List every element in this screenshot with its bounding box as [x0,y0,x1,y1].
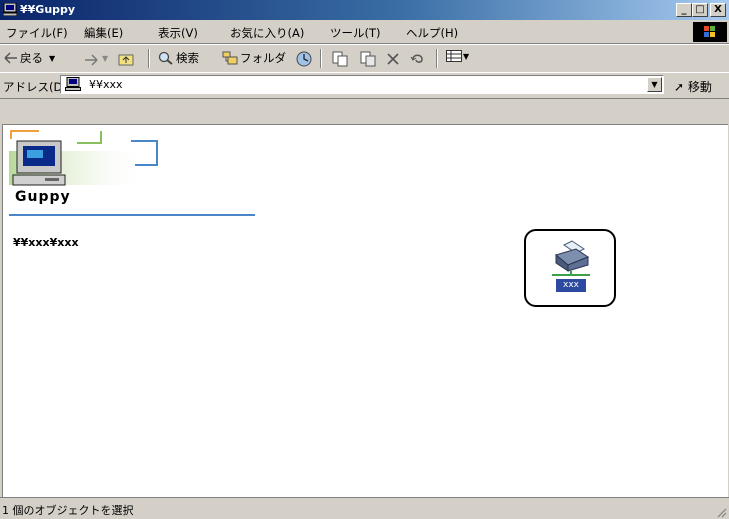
folders-label: フォルダ [240,51,286,65]
menu-view[interactable]: 表示(V) [158,25,198,41]
copy-to-icon[interactable] [360,51,376,67]
maximize-button[interactable]: □ [692,3,708,17]
address-dropdown-button[interactable]: ▼ [647,77,662,92]
menu-edit[interactable]: 編集(E) [84,25,123,41]
folder-title: Guppy [15,189,71,205]
menu-file[interactable]: ファイル(F) [6,25,68,41]
network-printer-icon [552,240,590,276]
folders-icon [222,51,238,65]
back-button[interactable]: 戻る ▼ [4,50,55,66]
folder-path: ¥¥xxx¥xxx [13,236,79,249]
folder-banner-graphic [9,130,158,186]
back-label: 戻る [20,51,43,65]
windows-logo-icon [693,22,727,42]
computer-icon [3,3,17,16]
delete-icon[interactable] [386,52,400,66]
status-text: 1 個のオブジェクトを選択 [2,504,134,517]
search-button[interactable]: 検索 [158,50,199,66]
resize-grip-icon[interactable] [715,506,727,518]
history-icon[interactable] [296,51,312,67]
window-title: ¥¥Guppy [20,3,76,16]
search-icon [158,51,173,65]
views-button[interactable]: ▼ [446,50,469,62]
go-arrow-icon: ➚ [674,80,685,94]
undo-icon[interactable] [410,52,426,66]
menu-tools[interactable]: ツール(T) [330,25,381,41]
back-dropdown-icon[interactable]: ▼ [49,54,55,63]
address-label: アドレス(D) [3,80,67,94]
address-input[interactable]: ¥¥xxx ▼ [60,75,664,94]
folders-button[interactable]: フォルダ [222,50,286,66]
printer-item[interactable]: xxx [524,229,616,307]
toolbar-separator [148,49,150,68]
views-icon [446,50,462,62]
toolbar: 戻る ▼ ▼ 検索 フォルダ ▼ [0,44,729,73]
address-value: ¥¥xxx [89,78,123,91]
computer-icon [65,77,81,91]
toolbar-separator [320,49,322,68]
views-dropdown-icon: ▼ [463,51,470,61]
back-arrow-icon [4,52,17,64]
search-label: 検索 [176,51,199,65]
up-folder-icon[interactable] [118,52,134,66]
menu-bar: ファイル(F) 編集(E) 表示(V) お気に入り(A) ツール(T) ヘルプ(… [0,21,729,44]
explorer-window: ¥¥Guppy _ □ X ファイル(F) 編集(E) 表示(V) お気に入り(… [0,0,729,519]
folder-view[interactable]: Guppy ¥¥xxx¥xxx xxx [2,124,728,497]
forward-arrow-icon[interactable] [84,54,98,66]
go-button[interactable]: ➚ 移動 [674,78,712,95]
toolbar-separator [436,49,438,68]
printer-label: xxx [556,279,586,292]
menu-help[interactable]: ヘルプ(H) [406,25,458,41]
minimize-button[interactable]: _ [676,3,692,17]
go-label: 移動 [687,80,712,94]
move-to-icon[interactable] [332,51,348,67]
menu-favorites[interactable]: お気に入り(A) [230,25,304,41]
title-bar[interactable]: ¥¥Guppy _ □ X [0,0,729,20]
title-underline [9,214,255,216]
address-bar: アドレス(D) ¥¥xxx ▼ ➚ 移動 [0,72,729,99]
forward-dropdown-icon[interactable]: ▼ [102,54,108,63]
close-button[interactable]: X [710,3,726,17]
status-bar: 1 個のオブジェクトを選択 [0,497,729,519]
